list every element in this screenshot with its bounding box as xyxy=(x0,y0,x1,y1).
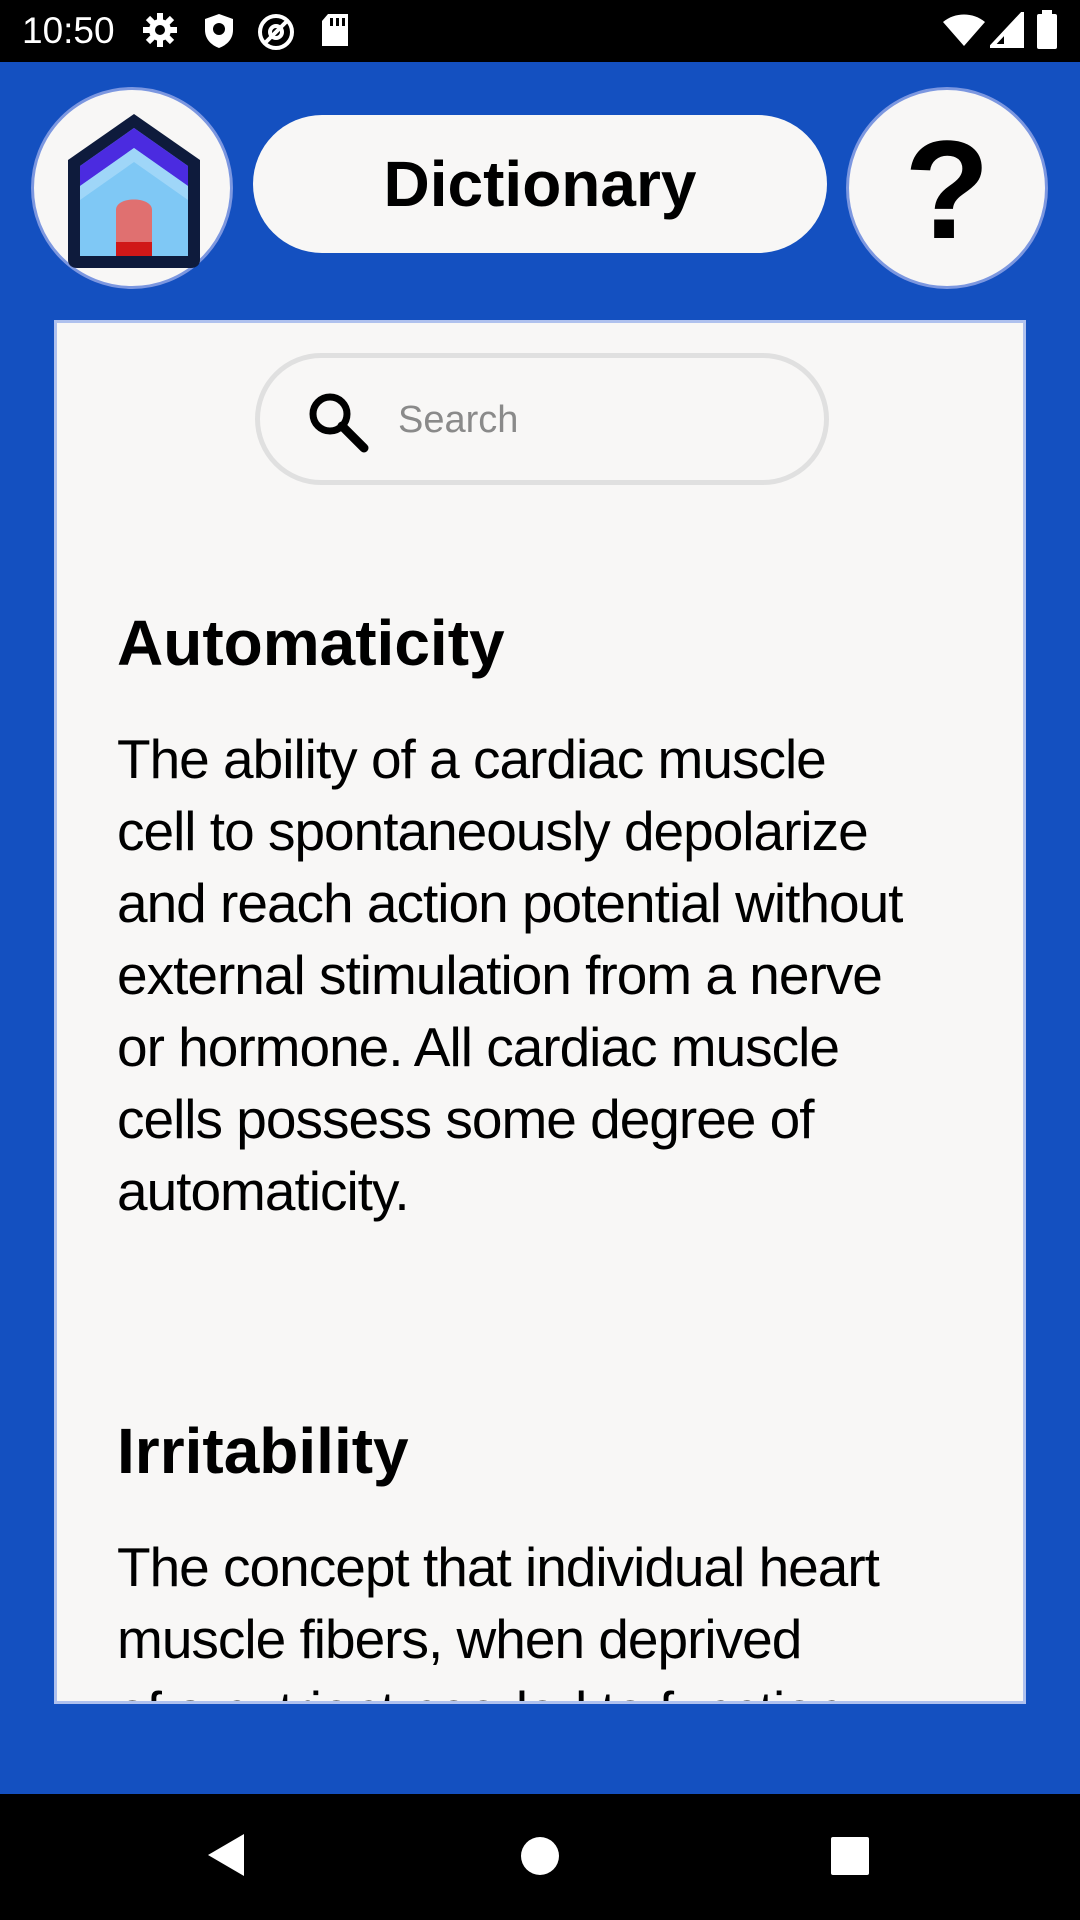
home-button[interactable] xyxy=(31,87,233,289)
status-time: 10:50 xyxy=(22,10,115,51)
definition-line: The concept that individual heart xyxy=(117,1536,880,1598)
definition-line: of a nutrient needed to function xyxy=(117,1675,957,1701)
sd-card-icon xyxy=(320,12,350,53)
definition-line: cell to spontaneously depolarize xyxy=(117,800,869,862)
back-icon[interactable] xyxy=(204,1830,248,1885)
definition-line: The ability of a cardiac muscle xyxy=(117,728,827,790)
home-circle-icon[interactable] xyxy=(520,1836,560,1881)
gear-icon xyxy=(142,12,178,53)
title-pill: Dictionary xyxy=(253,115,827,253)
definition-line: cells possess some degree of xyxy=(117,1088,815,1150)
wifi-icon xyxy=(942,14,986,53)
definition-line: and reach action potential without xyxy=(117,872,903,934)
app-content: Dictionary ? Automaticity The ability of… xyxy=(0,62,1080,1794)
entry-definition: The ability of a cardiac muscle cell to … xyxy=(117,723,957,1227)
help-button[interactable]: ? xyxy=(846,87,1048,289)
entry-definition: The concept that individual heart muscle… xyxy=(117,1531,957,1701)
entry-term: Automaticity xyxy=(117,607,505,679)
dictionary-panel[interactable]: Automaticity The ability of a cardiac mu… xyxy=(54,320,1026,1704)
page-title: Dictionary xyxy=(383,148,697,220)
signal-icon xyxy=(987,8,1024,53)
definition-line: or hormone. All cardiac muscle xyxy=(117,1016,840,1078)
at-sign-icon xyxy=(256,12,296,57)
search-box[interactable] xyxy=(255,353,829,485)
navigation-bar xyxy=(0,1794,1080,1920)
definition-line: automaticity. xyxy=(117,1160,410,1222)
status-bar: 10:50 xyxy=(0,0,1080,62)
recents-square-icon[interactable] xyxy=(830,1836,870,1881)
battery-icon xyxy=(1036,10,1058,55)
definition-line: muscle fibers, when deprived xyxy=(117,1608,802,1670)
question-mark-icon: ? xyxy=(904,111,990,268)
shield-icon xyxy=(202,12,236,55)
definition-line: external stimulation from a nerve xyxy=(117,944,883,1006)
entry-term: Irritability xyxy=(117,1415,409,1487)
search-input[interactable] xyxy=(396,386,800,454)
